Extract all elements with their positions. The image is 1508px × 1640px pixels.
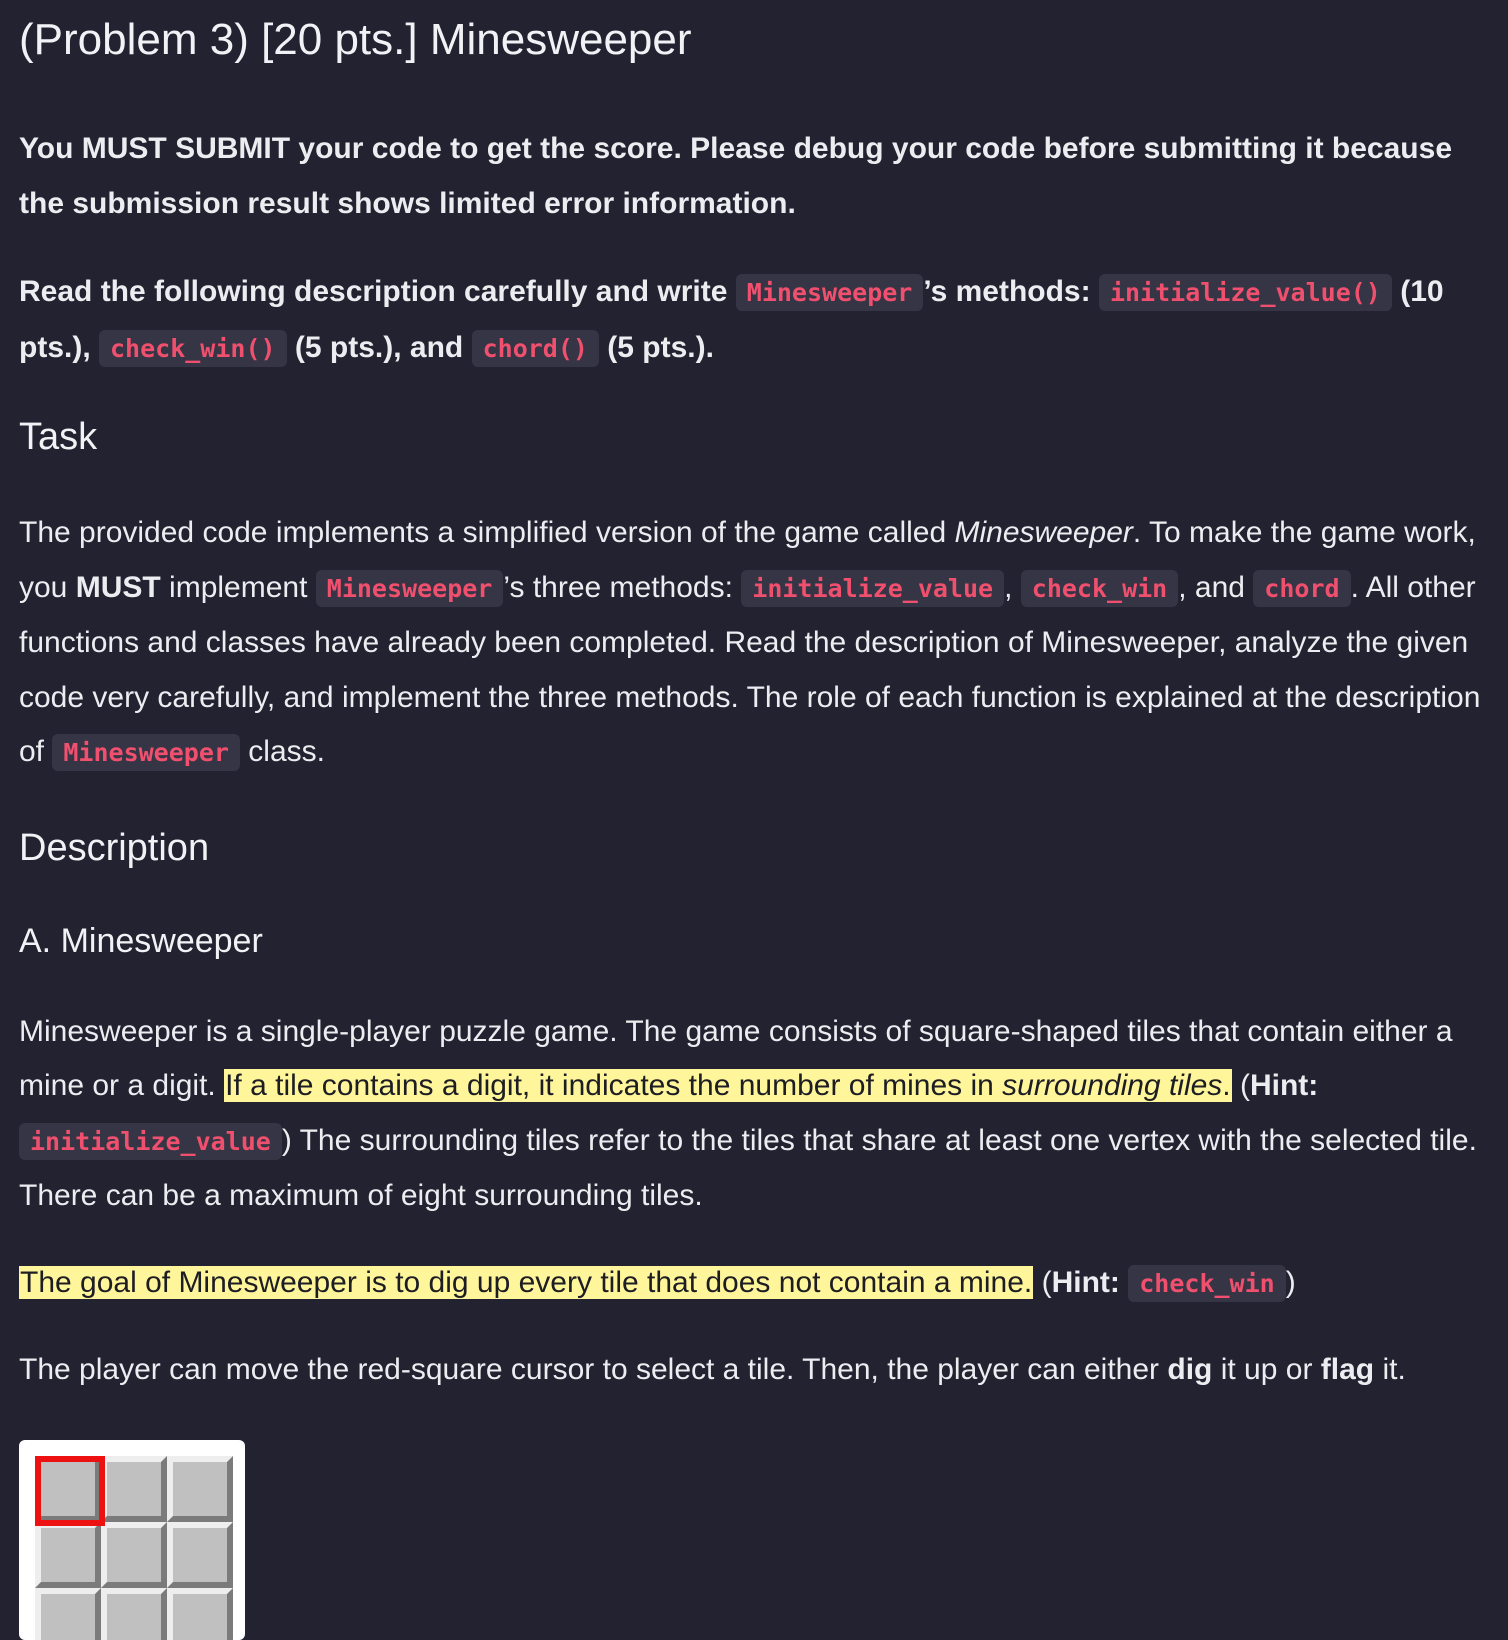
page-title: (Problem 3) [20 pts.] Minesweeper [19,15,692,64]
highlight-goal: The goal of Minesweeper is to dig up eve… [19,1265,1034,1299]
tile [101,1456,167,1522]
task-text: , and [1178,570,1254,604]
instructions-points: (5 pts.). [598,330,714,364]
submit-notice: You MUST SUBMIT your code to get the sco… [19,132,1452,220]
code-minesweeper: Minesweeper [52,734,240,771]
dig-emphasis: dig [1167,1353,1213,1386]
red-square-cursor [35,1456,105,1526]
instructions-points: (5 pts.), and [286,330,472,364]
paragraph-text: ) [1285,1265,1296,1299]
code-check-win: check_win() [99,329,287,367]
instructions-text: ’s methods: [923,275,1099,308]
hint-label: Hint: [1249,1069,1319,1102]
highlight-text: If a tile contains a digit, it indicates… [225,1069,1003,1102]
tile [167,1588,233,1640]
task-text: class. [239,735,325,768]
tile [167,1456,233,1522]
paragraph-text: ( [1033,1265,1052,1299]
highlight-text: . [1222,1069,1231,1102]
hint-label: Hint: [1051,1265,1120,1299]
paragraph-text: ( [1231,1069,1250,1102]
highlight-italic: surrounding tiles [1002,1069,1223,1102]
tile [35,1522,101,1588]
goal-paragraph: The goal of Minesweeper is to dig up eve… [19,1256,1481,1312]
code-minesweeper: Minesweeper [315,569,504,607]
paragraph-text: it. [1374,1353,1406,1386]
paragraph-text: it up or [1212,1353,1321,1386]
game-name: Minesweeper [954,516,1133,549]
section-heading-minesweeper: A. Minesweeper [19,921,263,960]
task-text: ’s three methods: [503,570,742,604]
code-check-win: check_win [1020,569,1179,607]
instructions: Read the following description carefully… [19,265,1481,376]
task-paragraph: The provided code implements a simplifie… [19,506,1481,781]
highlight-digit-rule: If a tile contains a digit, it indicates… [224,1069,1232,1102]
tile [35,1588,101,1640]
minesweeper-board-image [19,1440,245,1640]
code-chord: chord() [471,329,599,367]
paragraph-text: The player can move the red-square curso… [19,1353,1168,1386]
task-heading: Task [19,416,98,458]
code-initialize-value: initialize_value [19,1122,282,1160]
description-heading: Description [19,826,210,869]
code-check-win: check_win [1128,1264,1286,1302]
flag-emphasis: flag [1320,1353,1375,1386]
code-initialize-value: initialize_value [741,569,1005,607]
controls-paragraph: The player can move the red-square curso… [19,1343,1481,1398]
code-initialize-value: initialize_value() [1098,274,1392,311]
code-minesweeper: Minesweeper [735,274,924,311]
problem-page: (Problem 3) [20 pts.] Minesweeper You MU… [19,0,1481,1398]
task-text: implement [160,570,316,604]
task-text: , [1004,570,1021,604]
task-text: The provided code implements a simplifie… [19,516,955,549]
must-emphasis: MUST [75,570,161,604]
tile [101,1588,167,1640]
minesweeper-paragraph: Minesweeper is a single-player puzzle ga… [19,1005,1481,1224]
code-chord: chord [1253,569,1351,607]
instructions-text: Read the following description carefully… [19,275,736,308]
tile [101,1522,167,1588]
tile [167,1522,233,1588]
